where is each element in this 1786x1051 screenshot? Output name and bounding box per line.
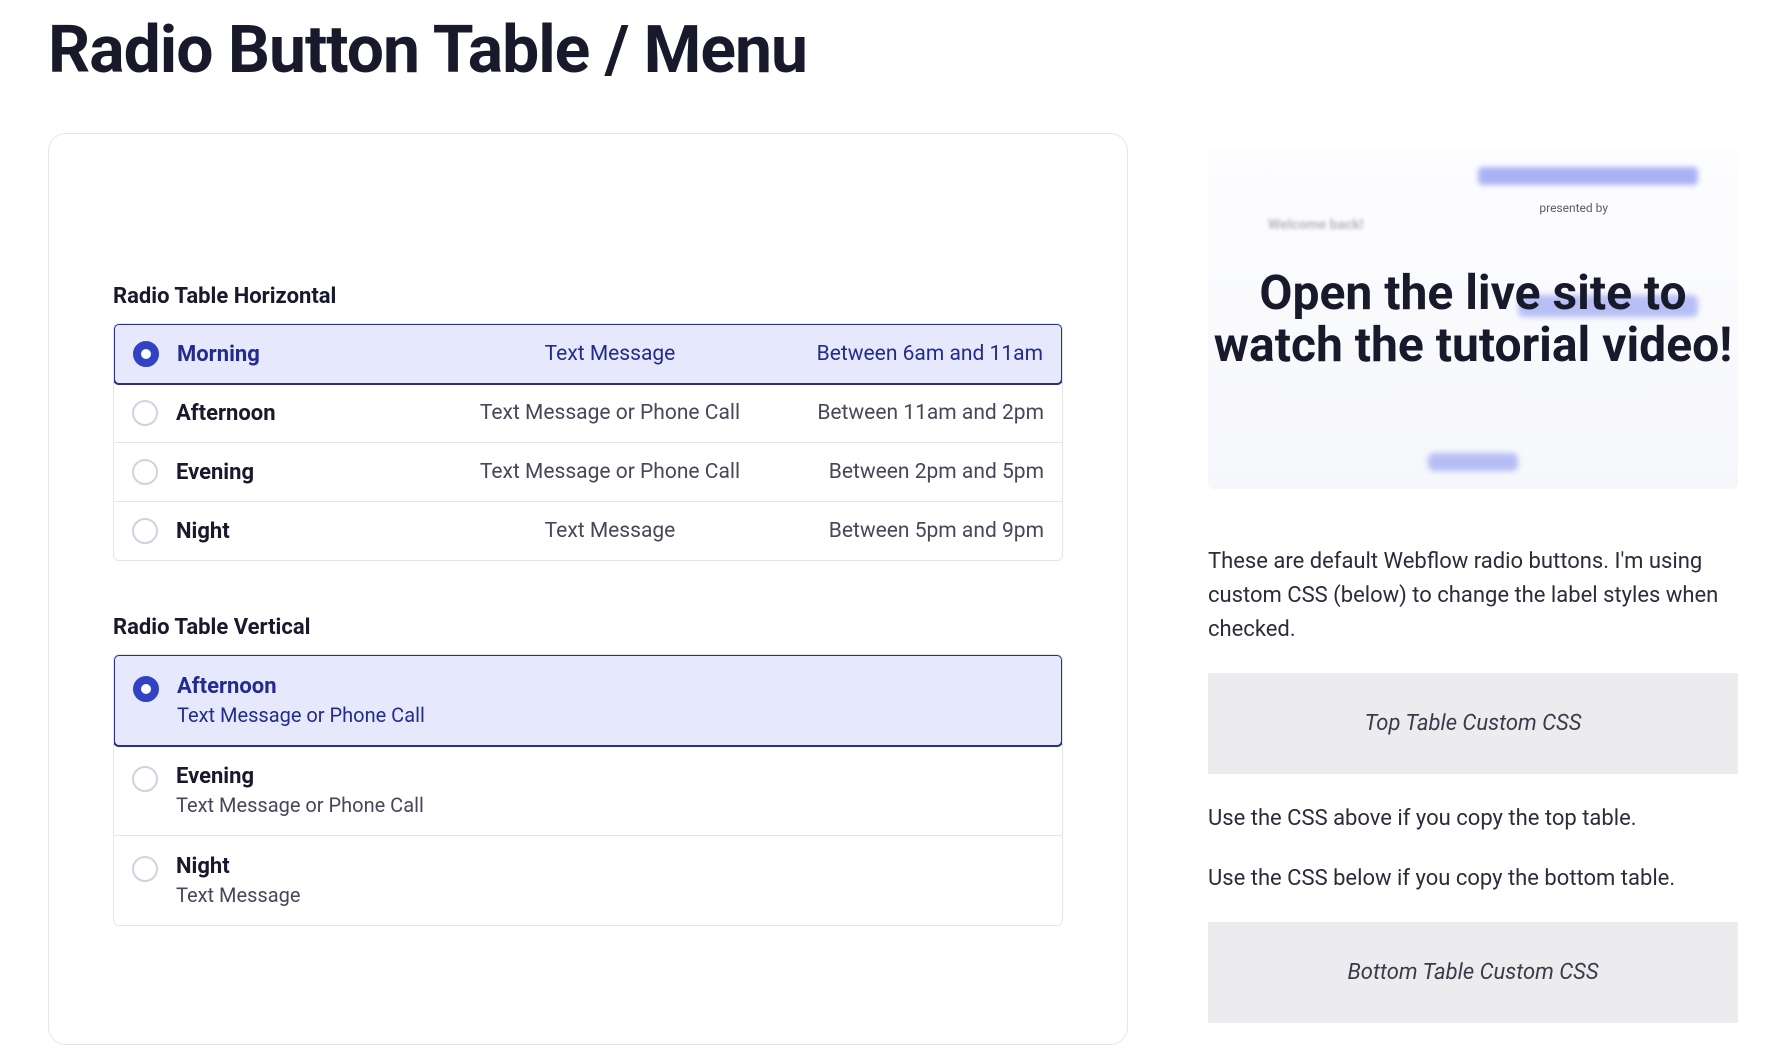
tutorial-thumbnail[interactable]: Welcome back! presented by Open the live… bbox=[1208, 149, 1738, 489]
row-method: Text Message or Phone Call bbox=[436, 401, 784, 425]
row-time: Between 11am and 2pm bbox=[784, 401, 1044, 425]
radio-row[interactable]: Afternoon Text Message or Phone Call bbox=[113, 654, 1063, 747]
radio-icon bbox=[132, 766, 158, 792]
row-label: Evening bbox=[176, 460, 436, 485]
row-time: Between 2pm and 5pm bbox=[784, 460, 1044, 484]
radio-icon bbox=[133, 676, 159, 702]
row-label: Night bbox=[176, 519, 436, 544]
sidebar-intro: These are default Webflow radio buttons.… bbox=[1208, 545, 1738, 647]
sidebar-note-top: Use the CSS above if you copy the top ta… bbox=[1208, 802, 1738, 836]
radio-table-horizontal: MorningText MessageBetween 6am and 11amA… bbox=[113, 323, 1063, 561]
row-subtitle: Text Message or Phone Call bbox=[176, 793, 1044, 817]
thumb-blur-bar bbox=[1478, 167, 1698, 185]
horizontal-heading: Radio Table Horizontal bbox=[113, 284, 1063, 309]
row-method: Text Message bbox=[436, 519, 784, 543]
vertical-heading: Radio Table Vertical bbox=[113, 615, 1063, 640]
radio-table-vertical: AfternoonText Message or Phone CallEveni… bbox=[113, 654, 1063, 926]
radio-row[interactable]: Night Text Message bbox=[114, 836, 1062, 925]
row-subtitle: Text Message bbox=[176, 883, 1044, 907]
radio-row[interactable]: AfternoonText Message or Phone CallBetwe… bbox=[114, 384, 1062, 443]
radio-row[interactable]: MorningText MessageBetween 6am and 11am bbox=[113, 323, 1063, 385]
radio-icon bbox=[133, 341, 159, 367]
row-time: Between 5pm and 9pm bbox=[784, 519, 1044, 543]
row-label: Morning bbox=[177, 342, 437, 367]
row-label: Afternoon bbox=[177, 674, 1043, 699]
radio-icon bbox=[132, 459, 158, 485]
thumb-welcome-text: Welcome back! bbox=[1268, 217, 1364, 233]
row-label: Night bbox=[176, 854, 1044, 879]
radio-icon bbox=[132, 856, 158, 882]
thumb-presented-by: presented by bbox=[1539, 201, 1608, 215]
top-css-box: Top Table Custom CSS bbox=[1208, 673, 1738, 774]
radio-row[interactable]: NightText MessageBetween 5pm and 9pm bbox=[114, 502, 1062, 560]
radio-icon bbox=[132, 400, 158, 426]
radio-row[interactable]: EveningText Message or Phone CallBetween… bbox=[114, 443, 1062, 502]
demo-card: Radio Table Horizontal MorningText Messa… bbox=[48, 133, 1128, 1045]
bottom-css-box: Bottom Table Custom CSS bbox=[1208, 922, 1738, 1023]
radio-icon bbox=[132, 518, 158, 544]
row-method: Text Message or Phone Call bbox=[436, 460, 784, 484]
thumb-blur-bar bbox=[1428, 453, 1518, 471]
row-subtitle: Text Message or Phone Call bbox=[177, 703, 1043, 727]
row-method: Text Message bbox=[437, 342, 783, 366]
row-time: Between 6am and 11am bbox=[783, 342, 1043, 366]
sidebar-note-bottom: Use the CSS below if you copy the bottom… bbox=[1208, 862, 1738, 896]
page-title: Radio Button Table / Menu bbox=[48, 12, 1738, 89]
row-label: Evening bbox=[176, 764, 1044, 789]
row-label: Afternoon bbox=[176, 401, 436, 426]
radio-row[interactable]: Evening Text Message or Phone Call bbox=[114, 746, 1062, 836]
thumb-headline: Open the live site to watch the tutorial… bbox=[1208, 267, 1738, 371]
